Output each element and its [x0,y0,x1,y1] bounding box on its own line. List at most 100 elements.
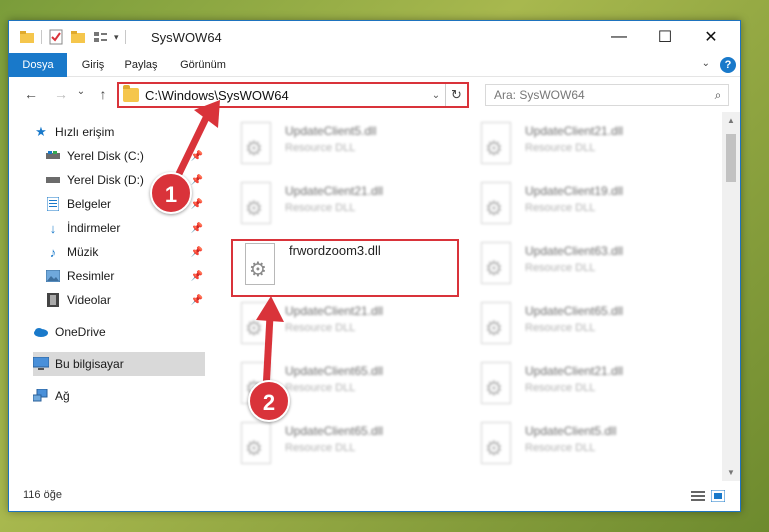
pin-icon[interactable]: 📌 [191,151,203,162]
details-view-icon[interactable] [691,490,705,502]
file-item[interactable]: ⚙ UpdateClient65.dll Resource DLL [231,418,461,474]
sidebar-item-pictures[interactable]: Resimler 📌 [45,264,205,288]
drive-icon [45,148,61,164]
sidebar-item-network[interactable]: Ağ [33,384,205,408]
file-item[interactable]: ⚙ UpdateClient21.dll Resource DLL [471,358,701,414]
dll-file-icon: ⚙ [237,182,277,228]
file-name: UpdateClient21.dll [285,184,384,198]
file-name: UpdateClient21.dll [285,304,384,318]
properties-icon[interactable] [48,29,64,45]
tab-home[interactable]: Giriş [73,53,113,77]
address-path[interactable]: C:\Windows\SysWOW64 [145,88,427,103]
address-bar[interactable]: C:\Windows\SysWOW64 ⌄ ↻ [117,82,469,108]
scroll-thumb[interactable] [726,134,736,182]
pin-icon[interactable]: 📌 [191,271,203,282]
video-icon [45,292,61,308]
drive-icon [45,172,61,188]
sidebar-item-label: Belgeler [67,197,112,211]
sidebar-item-disk-c[interactable]: Yerel Disk (C:) 📌 [45,144,205,168]
dll-file-icon: ⚙ [477,182,517,228]
download-icon: ↓ [49,220,57,236]
recent-locations-icon[interactable]: ⌄ [71,86,91,97]
file-item[interactable]: ⚙ UpdateClient21.dll Resource DLL [231,178,461,234]
file-item[interactable]: ⚙ UpdateClient21.dll Resource DLL [231,298,461,354]
file-type: Resource DLL [525,382,596,394]
search-box[interactable]: Ara: SysWOW64 ⌕ [485,84,729,106]
file-item[interactable]: ⚙ UpdateClient21.dll Resource DLL [471,118,701,174]
tab-view[interactable]: Görünüm [173,53,233,77]
qat-dropdown-icon[interactable]: ▾ [114,32,119,43]
pin-icon[interactable]: 📌 [191,223,203,234]
dll-file-icon: ⚙ [477,422,517,468]
new-folder-icon[interactable] [70,29,86,45]
toolbar-separator [124,30,126,44]
file-type: Resource DLL [285,382,356,394]
minimize-button[interactable]: — [596,21,642,53]
close-button[interactable]: ✕ [688,21,734,53]
expand-ribbon-icon[interactable]: ⌄ [702,58,710,69]
sidebar-item-label: Hızlı erişim [55,125,115,139]
sidebar-item-label: Resimler [67,269,115,283]
dll-file-icon: ⚙ [477,242,517,288]
pin-icon[interactable]: 📌 [191,199,203,210]
sidebar-item-quick-access[interactable]: ★ Hızlı erişim [33,120,205,144]
navigation-pane: ★ Hızlı erişim Yerel Disk (C:) 📌 Yerel D… [9,112,207,482]
scroll-up-icon[interactable]: ▲ [722,112,740,130]
refresh-icon[interactable]: ↻ [445,84,467,106]
file-name: UpdateClient5.dll [525,424,617,438]
pictures-icon [45,268,61,284]
dll-file-icon: ⚙ [477,122,517,168]
help-button[interactable]: ? [720,57,736,73]
file-item[interactable]: ⚙ UpdateClient65.dll Resource DLL [471,298,701,354]
address-dropdown-icon[interactable]: ⌄ [427,90,445,101]
sidebar-item-music[interactable]: ♪ Müzik 📌 [45,240,205,264]
sidebar-item-label: Bu bilgisayar [55,357,124,371]
status-bar: 116 öğe [9,481,740,511]
file-name: UpdateClient63.dll [525,244,624,258]
maximize-button[interactable]: ☐ [642,21,688,53]
file-type: Resource DLL [525,262,596,274]
star-icon: ★ [35,124,47,139]
file-item[interactable]: ⚙ UpdateClient5.dll Resource DLL [471,418,701,474]
file-name: UpdateClient19.dll [525,184,624,198]
file-name: UpdateClient65.dll [285,424,384,438]
sidebar-item-label: İndirmeler [67,221,121,235]
quick-access-toolbar: ▾ [19,29,126,45]
file-item[interactable]: ⚙ UpdateClient63.dll Resource DLL [471,238,701,294]
pin-icon[interactable]: 📌 [191,295,203,306]
back-arrow-icon[interactable]: ← [21,86,41,102]
scroll-down-icon[interactable]: ▼ [722,464,740,482]
file-type: Resource DLL [285,202,356,214]
folder-icon [123,85,139,102]
file-type: Resource DLL [525,442,596,454]
sidebar-item-downloads[interactable]: ↓ İndirmeler 📌 [45,216,205,240]
large-icons-view-icon[interactable] [711,490,725,502]
file-item[interactable]: ⚙ UpdateClient5.dll Resource DLL [231,118,461,174]
search-icon[interactable]: ⌕ [708,88,728,103]
computer-icon [33,356,49,372]
sidebar-item-this-pc[interactable]: Bu bilgisayar [33,352,205,376]
folder-icon[interactable] [19,29,35,45]
forward-arrow-icon[interactable]: → [51,86,71,102]
sidebar-item-label: Yerel Disk (D:) [67,173,144,187]
up-arrow-icon[interactable]: ↑ [93,86,113,102]
navigation-bar: ← → ⌄ ↑ C:\Windows\SysWOW64 ⌄ ↻ Ara: Sys… [9,78,740,112]
search-placeholder[interactable]: Ara: SysWOW64 [494,88,708,102]
file-item[interactable]: ⚙ UpdateClient19.dll Resource DLL [471,178,701,234]
sidebar-item-videos[interactable]: Videolar 📌 [45,288,205,312]
customize-toolbar-icon[interactable] [92,29,108,45]
ribbon-tabs: Dosya Giriş Paylaş Görünüm ⌄ ? [9,53,740,77]
tab-file[interactable]: Dosya [9,53,67,77]
file-type: Resource DLL [525,142,596,154]
title-bar: ▾ SysWOW64 — ☐ ✕ [9,21,740,53]
file-name: UpdateClient65.dll [285,364,384,378]
vertical-scrollbar[interactable]: ▲ ▼ [722,112,740,482]
cloud-icon [33,324,49,340]
sidebar-item-label: Müzik [67,245,99,259]
sidebar-item-onedrive[interactable]: OneDrive [33,320,205,344]
step-marker-1: 1 [150,172,192,214]
tab-share[interactable]: Paylaş [119,53,163,77]
pin-icon[interactable]: 📌 [191,247,203,258]
pin-icon[interactable]: 📌 [191,175,203,186]
file-list: ⚙ UpdateClient5.dll Resource DLL ⚙ Update… [209,112,722,482]
